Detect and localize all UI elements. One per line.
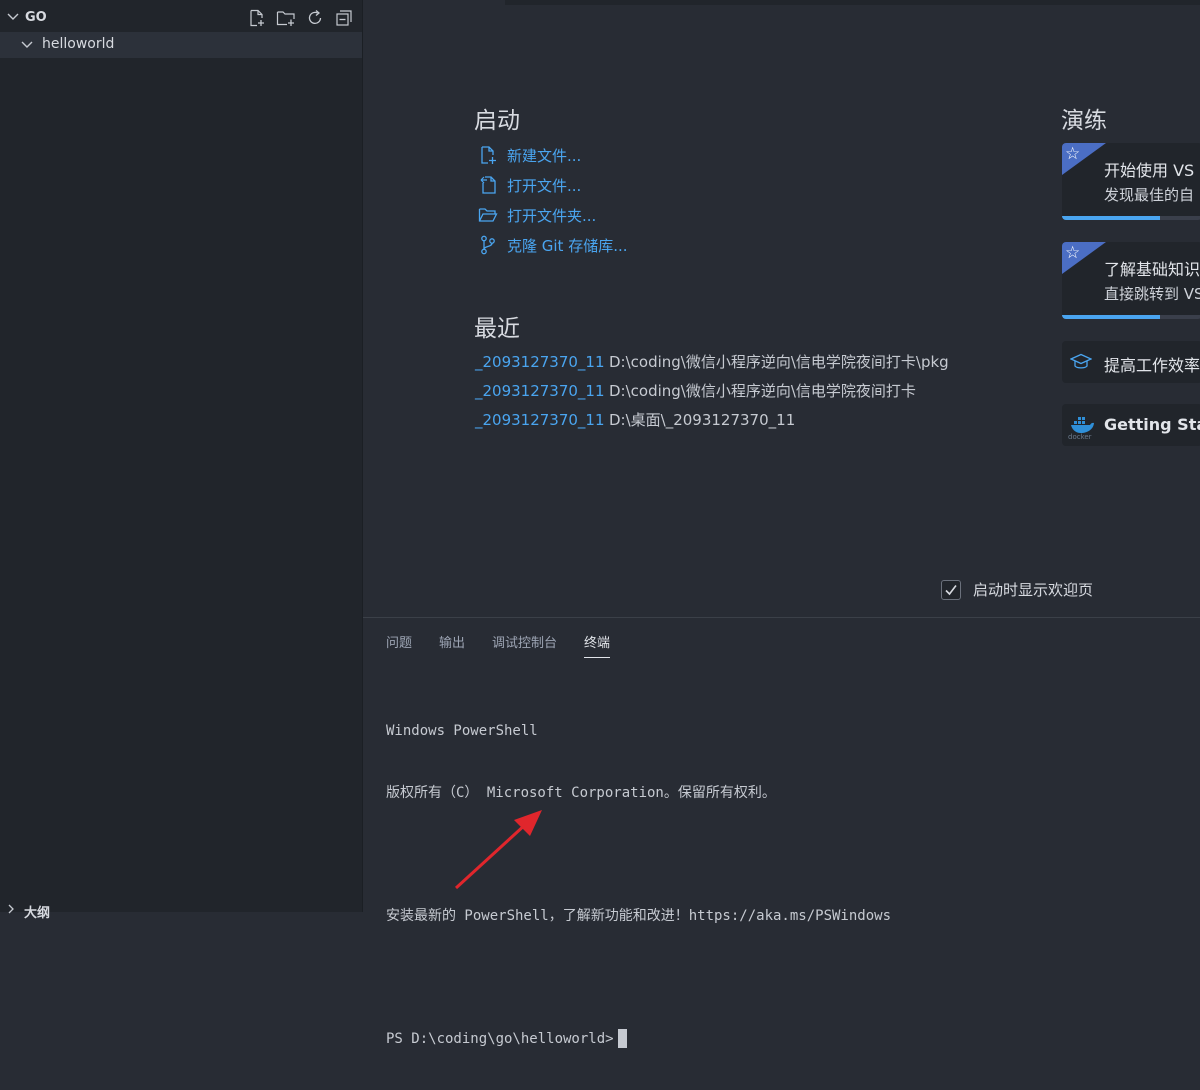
folder-name: helloworld	[42, 36, 115, 52]
tab-problems[interactable]: 问题	[386, 632, 412, 658]
recent-item-name[interactable]: _2093127370_11	[475, 382, 609, 400]
walkthrough-card-subtitle: 发现最佳的自	[1104, 186, 1195, 204]
recent-item-path: D:\coding\微信小程序逆向\信电学院夜间打卡	[609, 382, 916, 400]
outline-section-header[interactable]: 大纲	[0, 898, 362, 921]
recent-list: _2093127370_11 D:\coding\微信小程序逆向\信电学院夜间打…	[475, 347, 949, 434]
graduation-cap-icon	[1069, 353, 1093, 375]
walkthrough-card-docker[interactable]: docker Getting Start	[1062, 404, 1200, 446]
chevron-down-icon	[7, 13, 19, 20]
open-file-label: 打开文件...	[507, 176, 582, 195]
walkthrough-card-subtitle: 直接跳转到 VS	[1104, 285, 1200, 303]
show-welcome-toggle[interactable]: 启动时显示欢迎页	[941, 579, 1093, 600]
star-icon: ☆	[1065, 144, 1081, 164]
docker-icon: docker	[1068, 412, 1096, 441]
welcome-page: 启动 新建文件... 打开文件... 打开文件夹... 克隆 Git 存储库..…	[363, 5, 1200, 617]
star-icon: ☆	[1065, 243, 1081, 263]
show-welcome-checkbox[interactable]	[941, 579, 961, 600]
collapse-all-icon[interactable]	[334, 8, 354, 28]
folder-item-helloworld[interactable]: helloworld	[0, 32, 362, 58]
recent-item[interactable]: _2093127370_11 D:\桌面\_2093127370_11	[475, 405, 949, 434]
workspace-title: GO	[25, 10, 47, 25]
progress-fill	[1062, 216, 1160, 220]
new-file-label: 新建文件...	[507, 146, 582, 165]
walkthrough-progress-bar	[1062, 216, 1200, 220]
walkthrough-card-title: Getting Start	[1104, 415, 1200, 434]
walkthroughs-heading: 演练	[1061, 108, 1107, 134]
recent-item[interactable]: _2093127370_11 D:\coding\微信小程序逆向\信电学院夜间打…	[475, 376, 949, 405]
terminal-prompt: PS D:\coding\go\helloworld>	[386, 1030, 614, 1047]
new-file-icon[interactable]	[247, 8, 267, 28]
explorer-section-header[interactable]: GO	[0, 6, 362, 30]
walkthrough-card-get-started[interactable]: ☆ 开始使用 VS 发现最佳的自	[1062, 143, 1200, 220]
tab-output[interactable]: 输出	[439, 632, 465, 658]
clone-git-link[interactable]: 克隆 Git 存储库...	[477, 230, 628, 260]
open-folder-label: 打开文件夹...	[507, 206, 597, 225]
walkthrough-card-title: 了解基础知识	[1104, 260, 1200, 279]
bottom-panel: 问题 输出 调试控制台 终端 Windows PowerShell 版权所有（C…	[363, 617, 1200, 1048]
new-folder-icon[interactable]	[276, 8, 296, 28]
walkthrough-card-productivity[interactable]: 提高工作效率	[1062, 341, 1200, 383]
walkthrough-progress-bar	[1062, 315, 1200, 319]
recent-item-path: D:\桌面\_2093127370_11	[609, 411, 796, 429]
recent-item-name[interactable]: _2093127370_11	[475, 353, 609, 371]
recent-heading: 最近	[474, 316, 520, 342]
open-file-link[interactable]: 打开文件...	[477, 170, 628, 200]
docker-icon-label: docker	[1068, 433, 1092, 441]
open-file-icon	[477, 174, 499, 196]
terminal-line: 安装最新的 PowerShell，了解新功能和改进！https://aka.ms…	[386, 907, 892, 924]
checkmark-icon	[945, 584, 957, 595]
refresh-icon[interactable]	[305, 8, 325, 28]
show-welcome-label: 启动时显示欢迎页	[973, 581, 1094, 599]
tab-terminal[interactable]: 终端	[584, 632, 611, 658]
open-folder-link[interactable]: 打开文件夹...	[477, 200, 628, 230]
terminal-cursor[interactable]	[617, 1029, 627, 1048]
walkthrough-card-fundamentals[interactable]: ☆ 了解基础知识 直接跳转到 VS	[1062, 242, 1200, 319]
tab-debug-console[interactable]: 调试控制台	[492, 632, 557, 658]
terminal-line: Windows PowerShell	[386, 723, 538, 739]
git-branch-icon	[477, 234, 499, 256]
explorer-sidebar: GO helloworld 大纲	[0, 0, 362, 921]
terminal-line: 版权所有（C） Microsoft Corporation。保留所有权利。	[386, 784, 776, 801]
walkthrough-card-title: 开始使用 VS	[1104, 161, 1195, 180]
open-folder-icon	[477, 204, 499, 226]
start-heading: 启动	[474, 108, 520, 134]
panel-tabs: 问题 输出 调试控制台 终端	[386, 632, 637, 658]
recent-item-name[interactable]: _2093127370_11	[475, 411, 609, 429]
chevron-right-icon	[8, 904, 14, 914]
new-file-icon	[477, 144, 499, 166]
recent-item-path: D:\coding\微信小程序逆向\信电学院夜间打卡\pkg	[609, 353, 949, 371]
clone-git-label: 克隆 Git 存储库...	[507, 236, 628, 255]
progress-fill	[1062, 315, 1160, 319]
terminal-output[interactable]: Windows PowerShell 版权所有（C） Microsoft Cor…	[386, 680, 891, 1090]
new-file-link[interactable]: 新建文件...	[477, 140, 628, 170]
walkthrough-card-title: 提高工作效率	[1104, 356, 1200, 375]
chevron-down-icon	[21, 41, 33, 48]
start-list: 新建文件... 打开文件... 打开文件夹... 克隆 Git 存储库...	[477, 140, 628, 260]
recent-item[interactable]: _2093127370_11 D:\coding\微信小程序逆向\信电学院夜间打…	[475, 347, 949, 376]
